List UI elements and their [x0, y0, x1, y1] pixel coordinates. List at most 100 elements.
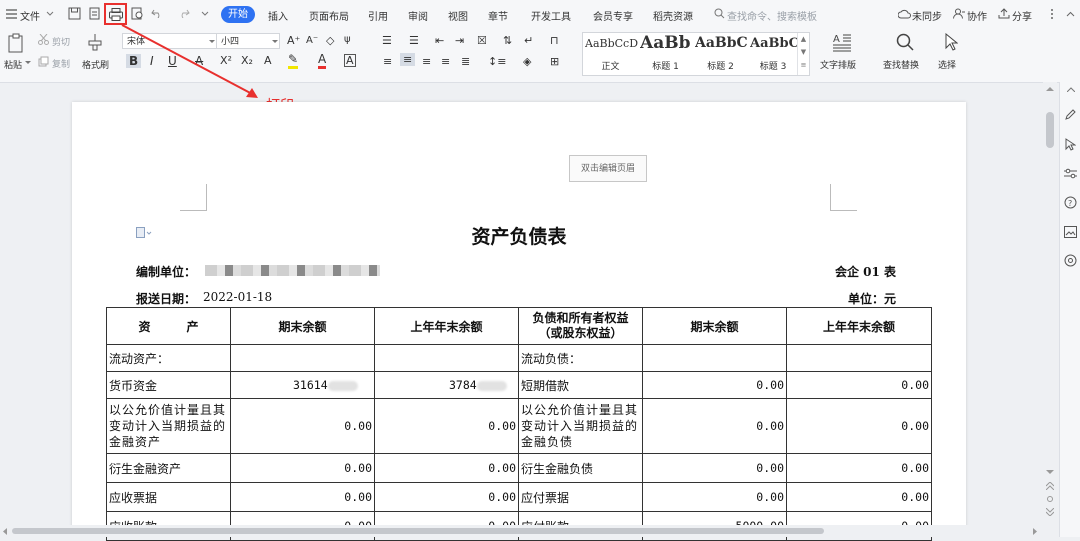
save-icon[interactable]: [68, 7, 81, 20]
next-page-icon[interactable]: [1046, 508, 1054, 516]
format-painter-button[interactable]: 格式刷: [82, 58, 109, 71]
font-size-dropdown-icon[interactable]: [272, 40, 278, 44]
style-gallery-scroll[interactable]: ▲ ▼ ≡: [797, 33, 809, 75]
line-spacing-icon[interactable]: ↕≡: [488, 55, 506, 68]
prev-page-icon[interactable]: [1046, 482, 1054, 490]
select-button[interactable]: 选择: [938, 58, 956, 71]
tab-docer[interactable]: 稻壳资源: [653, 8, 693, 23]
style-heading-2[interactable]: AaBbC 标题 2: [693, 33, 748, 73]
command-search[interactable]: 查找命令、搜索模板: [727, 8, 817, 23]
tab-chapter[interactable]: 章节: [488, 8, 508, 23]
style-normal[interactable]: AaBbCcDd 正文: [583, 33, 638, 73]
sync-status[interactable]: 未同步: [912, 8, 942, 23]
clear-format-icon[interactable]: ◇: [326, 34, 334, 47]
help-icon[interactable]: ?: [1064, 196, 1077, 209]
tab-developer[interactable]: 开发工具: [531, 8, 571, 23]
borders-icon[interactable]: ⊞: [550, 55, 559, 68]
cut-button[interactable]: 剪切: [52, 35, 70, 48]
font-color-icon[interactable]: A: [318, 53, 327, 69]
table-cell[interactable]: 流动负债：: [518, 344, 643, 372]
table-cell[interactable]: 0.00: [786, 453, 932, 483]
collab-button[interactable]: 协作: [967, 8, 987, 23]
vertical-scroll-thumb[interactable]: [1046, 112, 1054, 148]
image-tool-icon[interactable]: [1064, 226, 1077, 238]
distribute-icon[interactable]: ≣: [461, 55, 470, 68]
align-left-icon[interactable]: ≡: [383, 55, 392, 68]
pen-icon[interactable]: [1064, 108, 1077, 121]
tab-marks-icon[interactable]: ⊓: [550, 34, 559, 47]
text-layout-button[interactable]: 文字排版: [820, 58, 856, 71]
table-cell[interactable]: 0.00: [374, 453, 519, 483]
document-page[interactable]: 双击编辑页眉 资产负债表 编制单位： 会企 01 表 报送日期： 2022-01…: [72, 102, 966, 541]
panel-collapse-icon[interactable]: [1067, 87, 1075, 92]
align-right-icon[interactable]: ≡: [422, 55, 431, 68]
scroll-up-icon[interactable]: [1046, 86, 1054, 91]
paste-icon[interactable]: [7, 33, 25, 53]
show-marks-icon[interactable]: ↵: [524, 34, 533, 47]
align-center-icon[interactable]: ≡: [400, 53, 416, 66]
cursor-select-icon[interactable]: [944, 33, 958, 51]
table-cell[interactable]: 衍生金融资产: [106, 453, 231, 483]
table-cell[interactable]: [374, 344, 519, 372]
paste-button[interactable]: 粘贴: [4, 58, 22, 71]
copy-button[interactable]: 复制: [52, 57, 70, 70]
horizontal-scroll-thumb[interactable]: [12, 528, 824, 534]
highlight-icon[interactable]: ✎: [288, 53, 299, 69]
table-cell[interactable]: 31614: [230, 371, 375, 399]
increase-indent-icon[interactable]: ⇥: [455, 34, 464, 47]
chinese-layout-icon[interactable]: ☒: [477, 34, 487, 47]
table-cell[interactable]: 货币资金: [106, 371, 231, 399]
style-heading-3[interactable]: AaBbC 标题 3: [748, 33, 798, 73]
sort-icon[interactable]: ⇅: [503, 34, 512, 47]
table-cell[interactable]: 0.00: [642, 371, 787, 399]
collapse-ribbon-icon[interactable]: [1066, 11, 1075, 17]
table-cell[interactable]: 0.00: [374, 398, 519, 454]
table-cell[interactable]: 应收票据: [106, 482, 231, 512]
numbered-list-icon[interactable]: ☰: [409, 34, 419, 47]
pinyin-icon[interactable]: ψ: [344, 34, 351, 45]
edit-header-button[interactable]: 双击编辑页眉: [569, 155, 647, 182]
print-preview-icon[interactable]: [131, 7, 144, 20]
text-layout-icon[interactable]: A: [832, 33, 852, 52]
decrease-indent-icon[interactable]: ⇤: [435, 34, 444, 47]
table-cell[interactable]: 0.00: [642, 482, 787, 512]
tab-home[interactable]: 开始: [221, 6, 255, 23]
style-heading-1[interactable]: AaBb 标题 1: [638, 33, 693, 73]
tab-review[interactable]: 审阅: [408, 8, 428, 23]
table-cell[interactable]: [230, 344, 375, 372]
chevron-down-icon[interactable]: [46, 11, 54, 17]
table-cell[interactable]: 应付票据: [518, 482, 643, 512]
table-cell[interactable]: 流动资产：: [106, 344, 231, 372]
table-cell[interactable]: 0.00: [230, 453, 375, 483]
table-cell[interactable]: 0.00: [786, 398, 932, 454]
justify-icon[interactable]: ≡: [441, 55, 450, 68]
decrease-font-icon[interactable]: A⁻: [306, 35, 318, 46]
redo-icon[interactable]: [178, 8, 190, 18]
table-cell[interactable]: [786, 344, 932, 372]
char-border-icon[interactable]: A: [344, 54, 356, 67]
browse-object-icon[interactable]: [1047, 496, 1053, 502]
settings-icon[interactable]: [1064, 254, 1077, 267]
hamburger-icon[interactable]: [6, 9, 17, 19]
shading-icon[interactable]: ◈: [523, 55, 531, 68]
collab-icon[interactable]: [953, 8, 965, 19]
adjust-icon[interactable]: [1064, 168, 1077, 179]
table-cell[interactable]: 衍生金融负债: [518, 453, 643, 483]
undo-icon[interactable]: [151, 8, 163, 18]
bullet-list-icon[interactable]: ☰: [382, 34, 392, 47]
find-replace-button[interactable]: 查找替换: [883, 58, 919, 71]
file-menu[interactable]: 文件: [20, 8, 40, 23]
horizontal-scrollbar[interactable]: [0, 525, 1043, 537]
table-cell[interactable]: 0.00: [786, 371, 932, 399]
tab-view[interactable]: 视图: [448, 8, 468, 23]
table-cell[interactable]: 0.00: [642, 453, 787, 483]
scroll-down-icon[interactable]: [1046, 470, 1054, 475]
share-button[interactable]: 分享: [1012, 8, 1032, 23]
table-cell[interactable]: 以公允价值计量且其变动计入当期损益的金融负债: [518, 398, 643, 454]
table-cell[interactable]: 0.00: [230, 482, 375, 512]
search-icon[interactable]: [714, 8, 725, 19]
scroll-right-icon[interactable]: [1033, 528, 1038, 535]
tab-insert[interactable]: 插入: [268, 8, 288, 23]
tab-member[interactable]: 会员专享: [593, 8, 633, 23]
scroll-left-icon[interactable]: [2, 528, 7, 535]
